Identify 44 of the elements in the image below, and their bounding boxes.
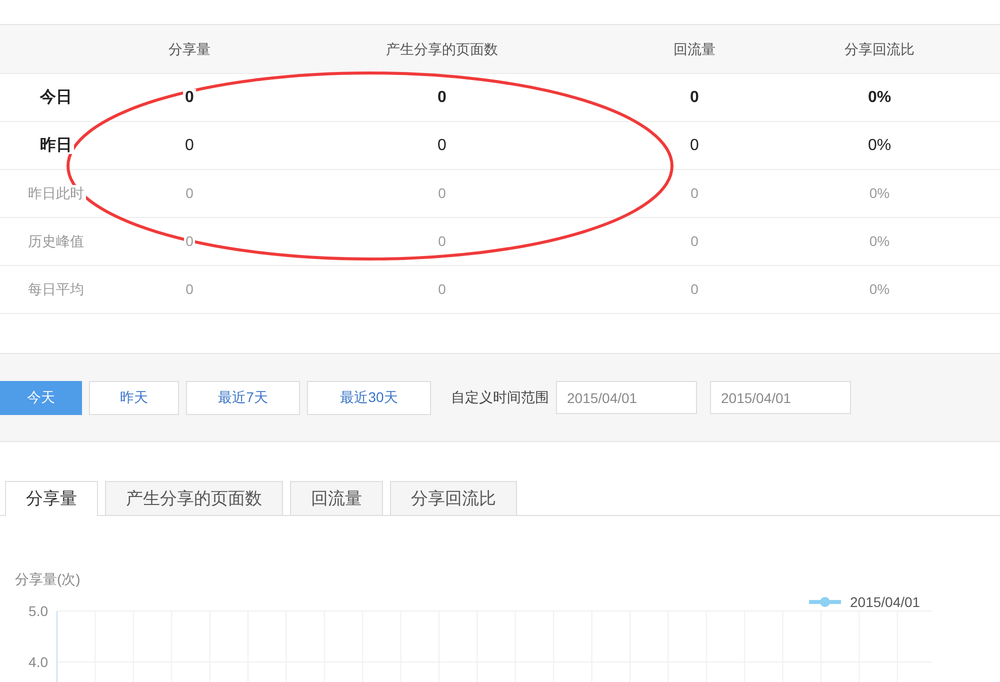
row-label: 每日平均 — [26, 281, 86, 297]
table-cell: 0 — [688, 136, 701, 154]
table-cell: 0 — [183, 88, 196, 106]
chart-tab[interactable]: 分享回流比 — [390, 481, 517, 515]
table-cell: 0 — [436, 136, 448, 154]
table-cell: 0% — [867, 233, 892, 249]
table-cell: 0 — [436, 281, 448, 297]
chart-tab[interactable]: 分享量 — [5, 481, 98, 516]
table-cell: 0% — [867, 185, 892, 201]
column-header: 回流量 — [672, 40, 718, 56]
row-label: 昨日此时 — [26, 185, 86, 201]
y-tick-label: 4.0 — [28, 654, 48, 670]
table-cell: 0 — [688, 185, 700, 201]
date-range-button[interactable]: 今天 — [0, 380, 82, 414]
date-range-button[interactable]: 昨天 — [89, 380, 179, 414]
column-header: 分享回流比 — [842, 40, 916, 56]
table-cell: 0% — [866, 136, 894, 154]
table-cell: 0 — [184, 233, 196, 249]
table-cell: 0 — [436, 185, 448, 201]
table-cell: 0% — [866, 88, 894, 106]
table-cell: 0 — [688, 88, 701, 106]
table-cell: 0 — [688, 281, 700, 297]
row-label: 昨日 — [38, 136, 74, 154]
table-cell: 0 — [184, 185, 196, 201]
table-cell: 0 — [436, 88, 448, 106]
y-axis-label: 分享量(次) — [15, 571, 80, 587]
column-header: 分享量 — [166, 40, 212, 56]
y-tick-label: 5.0 — [28, 603, 48, 619]
chart-tab[interactable]: 产生分享的页面数 — [105, 481, 283, 515]
end-date-field[interactable]: 2015/04/01 — [710, 381, 851, 414]
y-axis-line — [56, 611, 58, 682]
custom-range-label: 自定义时间范围 — [451, 388, 549, 407]
date-range-button[interactable]: 最近7天 — [186, 380, 300, 414]
date-range-button[interactable]: 最近30天 — [307, 380, 431, 414]
legend-label: 2015/04/01 — [850, 594, 920, 610]
start-date-field[interactable]: 2015/04/01 — [556, 381, 697, 414]
table-cell: 0 — [184, 281, 196, 297]
chart-tab[interactable]: 回流量 — [290, 481, 383, 515]
table-cell: 0% — [867, 281, 892, 297]
table-cell: 0 — [688, 233, 700, 249]
table-cell: 0 — [183, 136, 196, 154]
row-label: 历史峰值 — [26, 233, 86, 249]
column-header: 产生分享的页面数 — [384, 40, 500, 56]
table-cell: 0 — [436, 233, 448, 249]
